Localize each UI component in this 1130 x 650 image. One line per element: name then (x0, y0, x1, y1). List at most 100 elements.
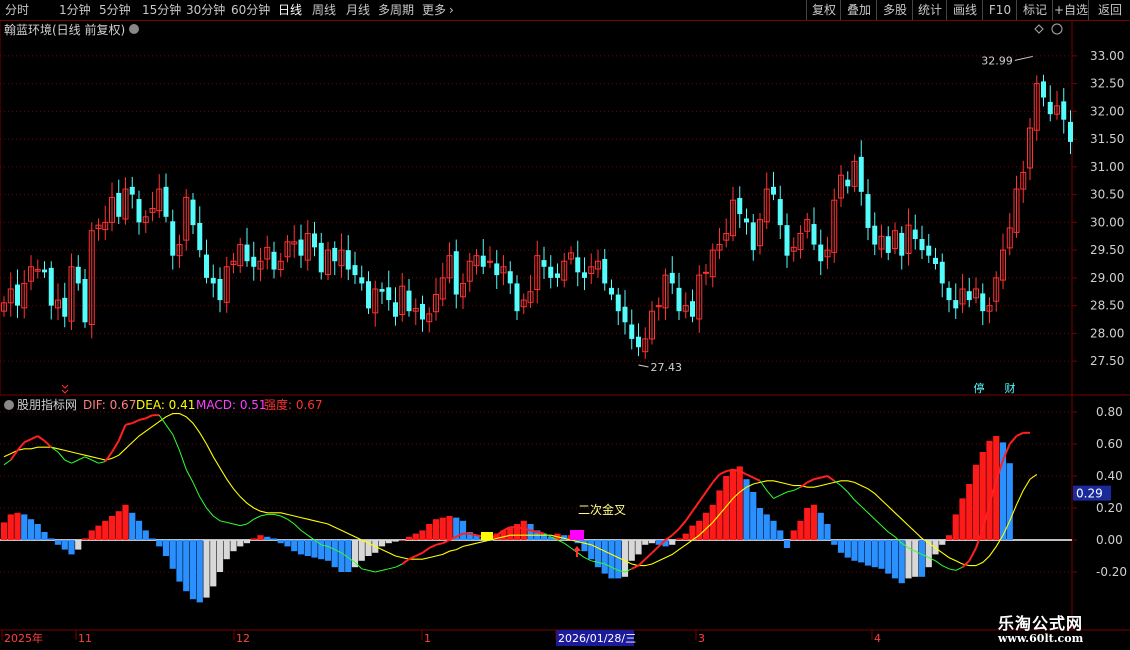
macd-bar-44 (297, 540, 305, 555)
candle-body-75 (507, 271, 513, 284)
ind-tick-3: 0.20 (1096, 501, 1123, 515)
dif-segment-18 (117, 424, 127, 442)
dif-segment-34 (226, 521, 234, 525)
period-tab-4[interactable]: 30分钟 (186, 2, 225, 18)
price-tick-8: 29.00 (1090, 271, 1124, 285)
chart-stage: 33.0032.5032.0031.5031.0030.5030.0029.50… (0, 20, 1130, 646)
candle-body-36 (244, 244, 250, 262)
macd-bar-89 (601, 540, 608, 574)
price-tick-7: 29.50 (1090, 243, 1124, 257)
toolbar-button-8[interactable]: 返回 (1088, 0, 1130, 20)
macd-bar-48 (324, 540, 332, 561)
macd-bar-29 (196, 540, 203, 603)
candle-body-116 (784, 225, 790, 256)
period-tab-5[interactable]: 60分钟 (231, 2, 270, 18)
dif-segment-19 (125, 422, 133, 426)
period-tab-3[interactable]: 15分钟 (142, 2, 181, 18)
toolbar-button-2[interactable]: 多股 (876, 0, 913, 20)
candle-body-80 (541, 260, 547, 267)
indicator-name: 股朋指标网 (17, 397, 77, 412)
high-pointer (1014, 55, 1033, 61)
low-pointer (638, 364, 649, 368)
price-tick-4: 31.00 (1090, 160, 1124, 174)
candle-body-99 (669, 272, 675, 284)
macd-bar-58 (392, 540, 399, 542)
candle-body-37 (251, 256, 257, 267)
macd-bar-95 (642, 540, 649, 545)
dif-segment-41 (273, 513, 281, 517)
macd-bar-116 (783, 540, 791, 548)
toolbar-button-4[interactable]: 画线 (946, 0, 983, 20)
candle-body-143 (966, 291, 972, 301)
macd-bar-9 (61, 540, 68, 550)
price-tick-11: 27.50 (1090, 354, 1124, 368)
toolbar-button-5[interactable]: F10 (982, 0, 1017, 20)
candle-body-121 (818, 244, 824, 262)
macd-bar-113 (763, 514, 770, 540)
candle-body-47 (318, 242, 324, 273)
macd-bar-50 (338, 540, 345, 572)
macd-bar-32 (216, 540, 224, 572)
dif-segment-42 (280, 515, 288, 520)
dif-segment-86 (577, 552, 585, 559)
signal-arrow-icon (573, 546, 581, 557)
watermark-title: 乐淘公式网 (998, 614, 1084, 633)
chart-title: 翰蓝环境(日线 前复权) (4, 22, 125, 37)
indicator-settings-icon (4, 400, 14, 410)
dif-segment-30 (199, 496, 207, 509)
period-tab-7[interactable]: 周线 (312, 2, 336, 18)
price-tick-9: 28.50 (1090, 299, 1124, 313)
toolbar-button-7[interactable]: +自选 (1052, 0, 1089, 20)
period-tab-0[interactable]: 分时 (5, 2, 29, 18)
dif-segment-15 (98, 461, 106, 464)
macd-bar-107 (723, 476, 730, 540)
dif-segment-14 (91, 459, 99, 464)
period-tab-8[interactable]: 月线 (346, 2, 370, 18)
macd-bar-118 (797, 520, 804, 540)
macd-bar-21 (142, 530, 149, 540)
macd-bar-127 (858, 540, 865, 563)
dif-segment-10 (64, 459, 72, 464)
period-tab-2[interactable]: 5分钟 (99, 2, 131, 18)
macd-bar-42 (284, 540, 291, 547)
event-marker-1: 财 (1005, 381, 1016, 395)
toolbar-button-3[interactable]: 统计 (912, 0, 947, 20)
dif-segment-125 (840, 485, 849, 493)
price-tick-0: 33.00 (1090, 49, 1124, 63)
toolbar-button-1[interactable]: 叠加 (840, 0, 877, 20)
macd-bar-117 (790, 530, 797, 540)
candle-body-31 (210, 277, 216, 284)
candle-body-90 (609, 287, 614, 295)
macd-bar-62 (419, 530, 426, 540)
macd-bar-17 (115, 511, 122, 540)
dif-segment-55 (368, 569, 376, 573)
macd-bar-1 (7, 514, 14, 540)
period-tab-10[interactable]: 更多 (422, 2, 446, 18)
macd-bar-5 (34, 524, 41, 540)
period-tab-9[interactable]: 多周期 (378, 2, 414, 18)
candle-body-81 (548, 266, 554, 278)
macd-label: MACD: 0.51 (196, 398, 267, 412)
settings-icon (129, 24, 139, 34)
macd-bar-149 (1006, 463, 1013, 540)
toolbar-button-6[interactable]: 标记 (1016, 0, 1053, 20)
dif-segment-128 (860, 506, 869, 514)
toolbar-button-0[interactable]: 复权 (806, 0, 841, 20)
dif-segment-63 (421, 547, 430, 554)
candle-body-12 (82, 278, 88, 323)
dif-segment-45 (300, 529, 309, 536)
macd-bar-128 (864, 540, 872, 566)
period-tab-1[interactable]: 1分钟 (59, 2, 91, 18)
macd-bar-124 (837, 540, 845, 553)
chevron-right-icon[interactable]: › (449, 2, 454, 18)
ind-tick-1: 0.60 (1096, 437, 1123, 451)
candle-body-29 (197, 222, 203, 251)
candle-body-73 (494, 263, 500, 276)
period-tab-6[interactable]: 日线 (278, 2, 302, 18)
dif-segment-13 (84, 456, 92, 461)
macd-bar-25 (169, 540, 176, 569)
dif-segment-11 (71, 459, 79, 464)
dif-segment-20 (131, 419, 140, 425)
low-label: 27.43 (651, 361, 683, 374)
macd-bar-13 (88, 530, 95, 540)
